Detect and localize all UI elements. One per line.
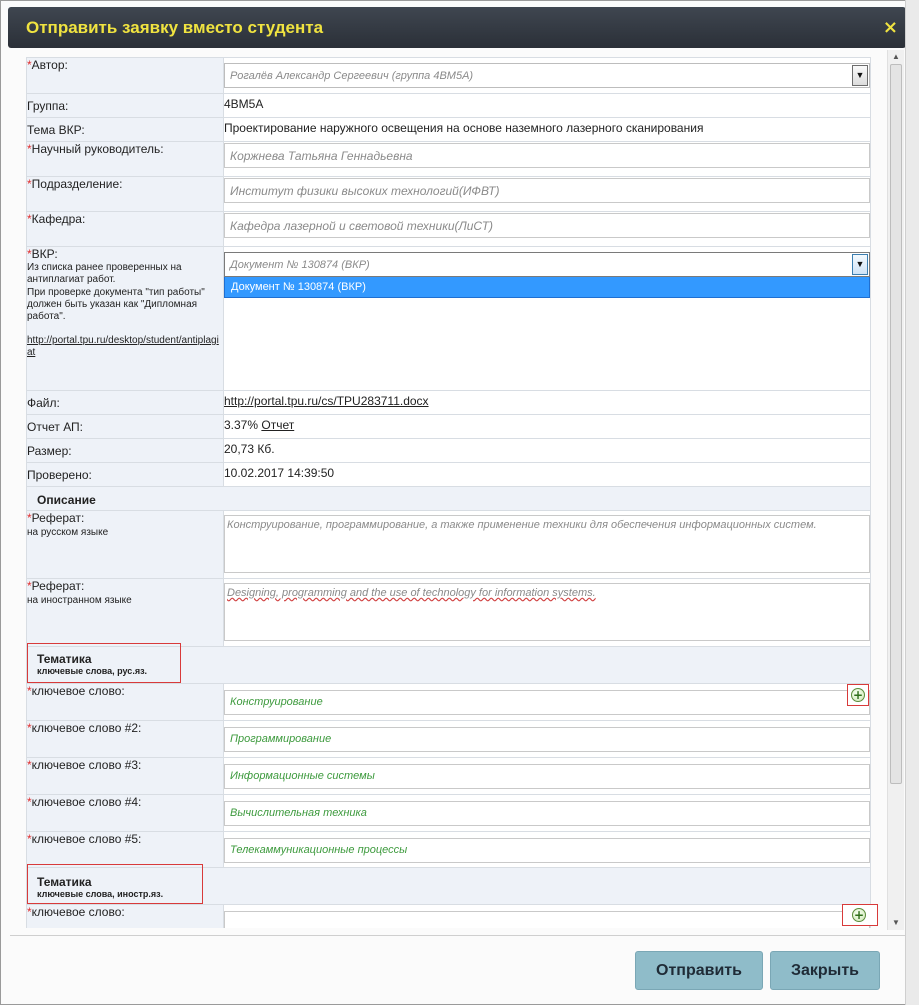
keyword-ru-row: *ключевое слово #5: Телекаммуникационные… <box>26 831 871 868</box>
topic-value: Проектирование наружного освещения на ос… <box>224 121 704 135</box>
close-icon[interactable]: × <box>883 17 898 38</box>
close-button[interactable]: Закрыть <box>770 951 880 990</box>
topic-label: Тема ВКР: <box>27 123 85 137</box>
keyword-ru-field[interactable]: Программирование <box>224 727 870 752</box>
author-label: Автор: <box>31 58 68 72</box>
form-scroll-area: *Автор: Рогалёв Александр Сергеевич (гру… <box>26 57 871 928</box>
description-title: Описание <box>37 493 96 507</box>
keyword-ru-label: ключевое слово #4: <box>31 795 142 809</box>
dialog-titlebar: Отправить заявку вместо студента × <box>8 7 906 48</box>
background-window-edge <box>905 0 919 1005</box>
dialog: Отправить заявку вместо студента × *Авто… <box>0 0 919 1005</box>
abstract-en-textarea[interactable]: Designing, programming and the use of te… <box>224 583 870 641</box>
author-select[interactable]: Рогалёв Александр Сергеевич (группа 4ВМ5… <box>224 63 870 88</box>
form-scrollbar[interactable]: ▲ ▼ <box>887 50 904 930</box>
add-keyword-ru-button[interactable]: + <box>847 684 869 706</box>
file-label: Файл: <box>27 396 60 410</box>
chevron-down-icon[interactable]: ▼ <box>852 254 868 275</box>
vkr-hint-1: Из списка ранее проверенных на антиплаги… <box>27 262 182 285</box>
keyword-foreign-field[interactable] <box>224 911 870 928</box>
department-label: Кафедра: <box>31 212 86 226</box>
keywords-foreign-highlight <box>27 864 203 904</box>
keyword-ru-label: ключевое слово #3: <box>31 758 142 772</box>
plus-circle-icon: + <box>852 908 866 922</box>
report-link[interactable]: Отчет <box>261 418 294 432</box>
scroll-down-icon[interactable]: ▼ <box>892 918 900 927</box>
keyword-foreign-label: ключевое слово: <box>31 905 125 919</box>
division-label: Подразделение: <box>31 177 123 191</box>
keyword-ru-label: ключевое слово: <box>31 684 125 698</box>
submit-button[interactable]: Отправить <box>635 951 763 990</box>
vkr-select[interactable]: Документ № 130874 (ВКР) ▼ <box>224 252 870 277</box>
keyword-ru-field[interactable]: Конструирование <box>224 690 870 715</box>
abstract-en-text: Designing, programming and the use of te… <box>227 587 596 599</box>
checked-value: 10.02.2017 14:39:50 <box>224 466 335 480</box>
report-label: Отчет АП: <box>27 420 84 434</box>
add-keyword-foreign-button[interactable]: + <box>842 904 878 926</box>
keywords-ru-highlight <box>27 643 181 683</box>
keyword-foreign-row: *ключевое слово: <box>26 904 871 928</box>
abstract-ru-label: Реферат: <box>31 511 85 525</box>
vkr-dropdown-option[interactable]: Документ № 130874 (ВКР) <box>224 277 870 298</box>
scroll-up-icon[interactable]: ▲ <box>892 52 900 61</box>
division-field[interactable]: Институт физики высоких технологий(ИФВТ) <box>224 178 870 203</box>
abstract-ru-sub: на русском языке <box>27 527 109 538</box>
keyword-ru-row: *ключевое слово #4: Вычислительная техни… <box>26 794 871 832</box>
supervisor-label: Научный руководитель: <box>31 142 164 156</box>
keyword-ru-row: *ключевое слово #2: Программирование <box>26 720 871 758</box>
keyword-ru-row: *ключевое слово #3: Информационные систе… <box>26 757 871 795</box>
keyword-ru-field[interactable]: Вычислительная техника <box>224 801 870 826</box>
plus-circle-icon: + <box>851 688 865 702</box>
keyword-ru-label: ключевое слово #2: <box>31 721 142 735</box>
vkr-label: ВКР: <box>31 247 58 261</box>
antiplagiat-link[interactable]: http://portal.tpu.ru/desktop/student/ant… <box>27 335 219 358</box>
keyword-ru-field[interactable]: Информационные системы <box>224 764 870 789</box>
footer-divider <box>10 935 905 936</box>
supervisor-field[interactable]: Коржнева Татьяна Геннадьевна <box>224 143 870 168</box>
file-link[interactable]: http://portal.tpu.ru/cs/TPU283711.docx <box>224 394 429 408</box>
abstract-ru-textarea[interactable]: Конструирование, программирование, а так… <box>224 515 870 573</box>
size-label: Размер: <box>27 444 72 458</box>
dialog-title: Отправить заявку вместо студента <box>26 18 324 37</box>
request-form: *Автор: Рогалёв Александр Сергеевич (гру… <box>26 57 871 928</box>
abstract-en-sub: на иностранном языке <box>27 595 132 606</box>
report-percent: 3.37% <box>224 418 259 432</box>
group-value: 4ВМ5А <box>224 97 264 111</box>
vkr-select-value: Документ № 130874 (ВКР) <box>230 259 370 271</box>
keyword-ru-row: *ключевое слово: Конструирование <box>26 683 871 721</box>
department-field[interactable]: Кафедра лазерной и световой техники(ЛиСТ… <box>224 213 870 238</box>
keyword-ru-field[interactable]: Телекаммуникационные процессы <box>224 838 870 863</box>
vkr-hint-2: При проверке документа "тип работы" долж… <box>27 287 205 322</box>
keyword-ru-label: ключевое слово #5: <box>31 832 142 846</box>
author-select-value: Рогалёв Александр Сергеевич (группа 4ВМ5… <box>230 70 474 82</box>
scrollbar-thumb[interactable] <box>890 64 902 784</box>
size-value: 20,73 Кб. <box>224 442 275 456</box>
checked-label: Проверено: <box>27 468 92 482</box>
abstract-en-label: Реферат: <box>31 579 85 593</box>
chevron-down-icon[interactable]: ▼ <box>852 65 868 86</box>
group-label: Группа: <box>27 99 69 113</box>
author-label-cell: *Автор: <box>26 57 224 94</box>
